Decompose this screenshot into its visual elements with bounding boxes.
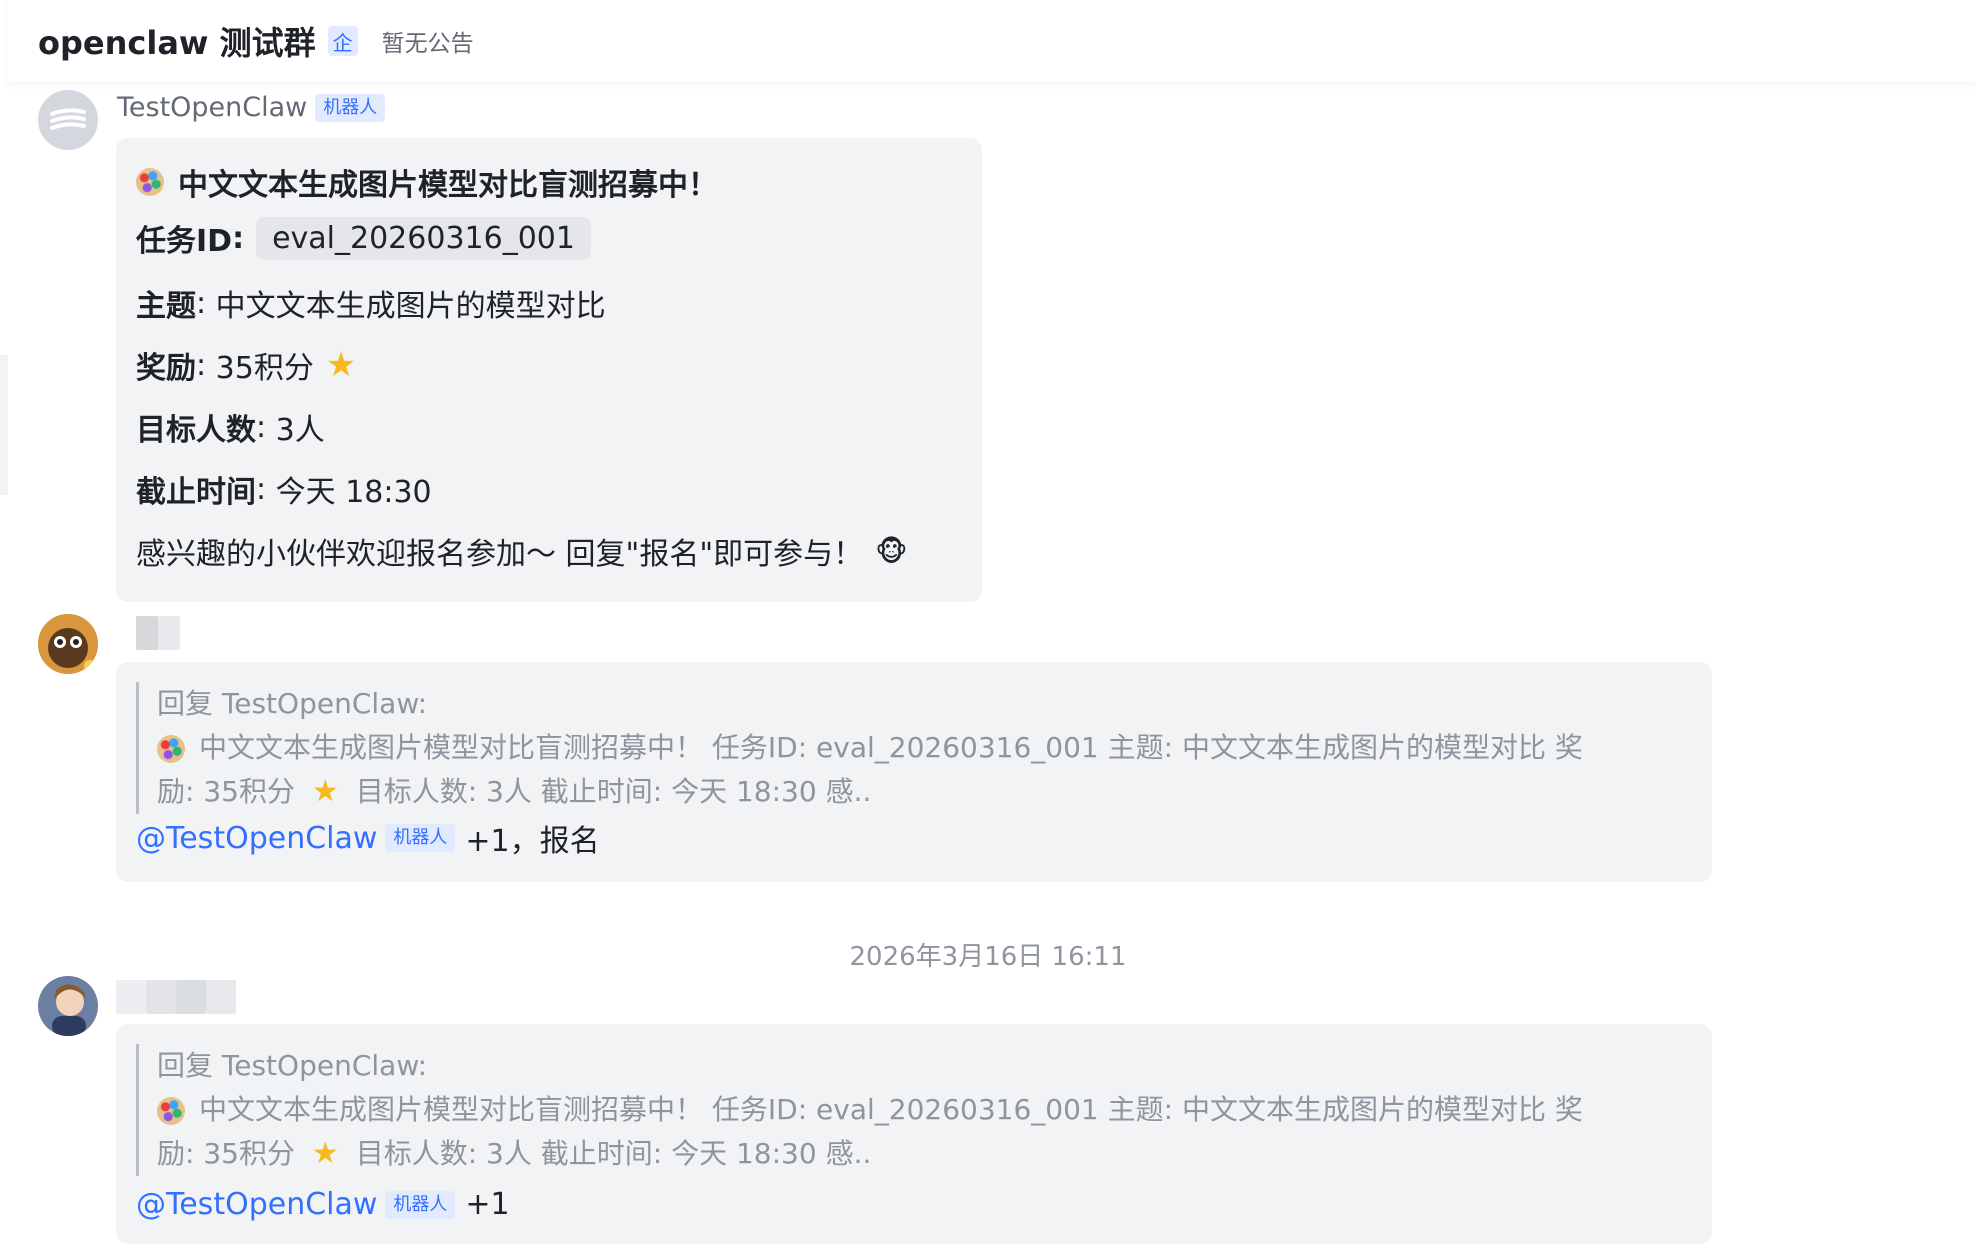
blurred-username [116,980,236,1014]
bot-tag: 机器人 [315,93,386,122]
topic-value: 中文文本生成图片的模型对比 [215,289,606,324]
target-key: 目标人数 [136,413,256,448]
quote-body: 中文文本生成图片模型对比盲测招募中！ 任务ID: eval_20260316_0… [157,1088,1717,1132]
palette-icon [157,735,185,763]
star-icon: ★ [311,774,339,809]
quoted-message[interactable]: 回复 TestOpenClaw: 中文文本生成图片模型对比盲测招募中！ 任务ID… [136,1044,1717,1176]
reward-line: 奖励 : 35积分 ★ [136,343,356,387]
palette-icon [157,1097,185,1125]
group-announcement[interactable]: 暂无公告 [382,24,474,58]
quote-body: 励: 35积分 ★ 目标人数: 3人 截止时间: 今天 18:30 感.. [157,1132,1717,1176]
palette-icon [136,168,164,196]
reward-key: 奖励 [136,351,196,386]
quote-header: 回复 TestOpenClaw: [157,1049,428,1082]
star-icon: ★ [311,1136,339,1171]
cta-line: 感兴趣的小伙伴欢迎报名参加～ 回复"报名"即可参与！ 🐵 [136,529,908,573]
bot-tag: 机器人 [385,824,456,852]
quoted-message[interactable]: 回复 TestOpenClaw: 中文文本生成图片模型对比盲测招募中！ 任务ID… [136,682,1717,814]
bot-avatar-icon [50,108,86,130]
mention-link[interactable]: @TestOpenClaw [136,821,377,856]
deadline-value: 今天 18:30 [275,475,432,510]
deadline-key: 截止时间 [136,475,256,510]
colon: : [196,347,216,383]
portrait-avatar-icon [38,976,98,1036]
monkey-icon: 🐵 [875,534,908,568]
task-id-code[interactable]: eval_20260316_001 [256,216,591,260]
sidebar-edge [0,355,8,495]
reply-line: @TestOpenClaw 机器人 +1，报名 [136,816,600,860]
panda-avatar-icon [38,614,98,674]
quote-header: 回复 TestOpenClaw: [157,687,428,720]
blurred-username [116,616,182,650]
colon: : [232,220,245,256]
colon: : [256,409,276,445]
quote-body: 中文文本生成图片模型对比盲测招募中！ 任务ID: eval_20260316_0… [157,726,1717,770]
reply-bubble[interactable]: 回复 TestOpenClaw: 中文文本生成图片模型对比盲测招募中！ 任务ID… [116,1024,1712,1244]
reward-value: 35积分 [215,351,314,386]
target-line: 目标人数 : 3人 [136,405,325,449]
target-value: 3人 [275,413,325,448]
task-title: 中文文本生成图片模型对比盲测招募中！ [178,168,718,203]
quote-text-2a: 励: 35积分 [157,775,295,808]
topic-key: 主题 [136,289,196,324]
colon: : [256,471,276,507]
user-avatar[interactable] [38,614,98,674]
task-id-key: 任务ID [136,224,233,259]
chat-header: openclaw 测试群 企 暂无公告 [8,0,1976,82]
quote-text-1: 中文文本生成图片模型对比盲测招募中！ 任务ID: eval_20260316_0… [199,1093,1583,1126]
reply-text: +1 [465,1187,510,1222]
enterprise-badge: 企 [327,26,358,56]
bot-avatar[interactable] [38,90,98,150]
group-name[interactable]: openclaw 测试群 [38,18,316,64]
user-avatar[interactable] [38,976,98,1036]
task-id-line: 任务ID : eval_20260316_001 [136,216,591,260]
quote-text-2a: 励: 35积分 [157,1137,295,1170]
message-sender: TestOpenClaw 机器人 [117,92,386,123]
time-divider: 2026年3月16日 16:11 [849,942,1127,972]
topic-line: 主题 : 中文文本生成图片的模型对比 [136,281,606,325]
quote-text-2b: 目标人数: 3人 截止时间: 今天 18:30 感.. [355,1137,872,1170]
message-bubble[interactable]: 中文文本生成图片模型对比盲测招募中！ 任务ID : eval_20260316_… [116,138,982,602]
star-icon: ★ [325,345,357,385]
sender-name[interactable]: TestOpenClaw [117,92,307,123]
colon: : [196,285,216,321]
reply-line: @TestOpenClaw 机器人 +1 [136,1187,510,1222]
quote-text-2b: 目标人数: 3人 截止时间: 今天 18:30 感.. [355,775,872,808]
mention-link[interactable]: @TestOpenClaw [136,1187,377,1222]
bot-tag: 机器人 [385,1190,456,1219]
task-title-line: 中文文本生成图片模型对比盲测招募中！ [136,160,718,204]
quote-body: 励: 35积分 ★ 目标人数: 3人 截止时间: 今天 18:30 感.. [157,770,1717,814]
reply-text: +1，报名 [465,824,600,859]
quote-text-1: 中文文本生成图片模型对比盲测招募中！ 任务ID: eval_20260316_0… [199,731,1583,764]
cta-text: 感兴趣的小伙伴欢迎报名参加～ 回复"报名"即可参与！ [136,537,864,572]
deadline-line: 截止时间 : 今天 18:30 [136,467,432,511]
reply-bubble[interactable]: 回复 TestOpenClaw: 中文文本生成图片模型对比盲测招募中！ 任务ID… [116,662,1712,882]
